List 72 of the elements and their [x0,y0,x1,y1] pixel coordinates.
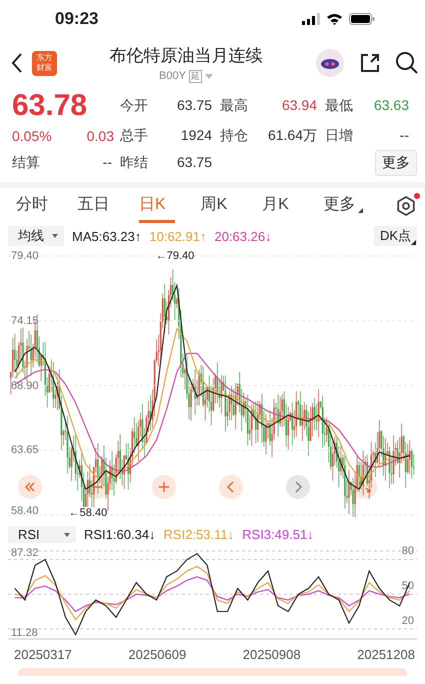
period-tab[interactable]: 周K [200,189,262,223]
plus-icon[interactable] [157,480,171,494]
rsi-axis-label: 87.32 [10,547,40,559]
change-percent: 0.05% [12,128,52,144]
field-label: 日增 [325,127,353,145]
assistant-avatar-icon[interactable] [315,48,345,78]
diagonal-arrows-icon[interactable] [358,480,372,494]
indicator-select[interactable]: 均线 [8,226,64,246]
period-tab[interactable]: 更多 [324,189,386,223]
field-label: 持仓 [220,127,248,145]
rsi-value: RSI3:49.51↓ [242,527,314,542]
field-label: 昨结 [120,154,148,172]
ma-value: 10:62.91↑ [149,228,206,244]
field-label: 总手 [120,127,148,145]
ma-value: MA5:63.23↑ [72,228,142,244]
date-label: 20250908 [242,647,301,662]
period-tab[interactable]: 月K [262,189,324,223]
caret-down-icon [64,532,70,536]
rsi-axis-label: 20 [400,614,415,627]
delay-tag: 延 [188,70,202,82]
price-axis-label: 79.40 [10,250,40,262]
field-value: 1924 [180,127,212,145]
more-button[interactable]: 更多 [375,150,417,176]
field-value: 61.64万 [268,127,317,145]
rsi-value: RSI1:60.34↓ [84,527,156,542]
rewind-button[interactable] [18,475,42,499]
field-value: 63.75 [176,97,212,115]
price-axis-label: 63.65 [10,444,40,456]
period-tab[interactable]: 分时 [16,189,78,223]
price-axis-label: 68.90 [10,380,40,392]
field-label: 结算 [12,154,40,172]
double-chevron-left-icon[interactable] [23,480,37,494]
instrument-code: B00Y [159,70,186,82]
indicator-select[interactable]: RSI [8,526,76,543]
price-axis-label: 58.40 [10,505,40,517]
corner-caret-icon [358,208,363,213]
field-label: 最高 [220,97,248,115]
logo-text: 东方 [36,53,52,63]
field-value: -- [400,127,409,145]
high-price-marker: ←79.40 [156,250,194,262]
period-tab[interactable]: 五日 [77,189,139,223]
logo-text: 财富 [36,63,52,73]
dk-points-button[interactable]: DK点 [374,226,417,246]
last-price: 63.78 [12,90,88,122]
field-value: 63.75 [176,154,212,172]
signal-icon [302,13,320,25]
zoom-in-button[interactable] [152,475,176,499]
back-icon[interactable] [10,52,24,74]
date-label: 20250317 [14,647,72,662]
share-icon[interactable] [359,52,381,74]
field-value: 63.94 [282,97,317,115]
wifi-icon [326,13,343,25]
date-label: 20251208 [357,647,415,662]
settings-icon[interactable] [395,195,418,217]
field-value: -- [102,154,112,172]
rsi-value: RSI2:53.11↓ [164,527,234,542]
low-price-marker: ←58.40 [68,507,108,519]
rsi-axis-label: 80 [400,545,415,558]
ma-value: 20:63.26↓ [214,228,272,244]
field-label: 最低 [325,97,353,115]
previous-button[interactable] [219,475,243,499]
clock-time: 09:23 [55,9,98,29]
change-value: 0.03 [86,128,114,144]
battery-icon [349,13,375,25]
field-value: 63.63 [374,97,409,115]
caret-down-icon [52,234,58,238]
corner-caret-icon [411,240,416,245]
search-icon[interactable] [395,51,419,75]
rsi-axis-label: 11.28 [10,627,39,639]
field-label: 今开 [120,97,148,115]
date-label: 20250609 [128,647,186,662]
instrument-title: 布伦特原油当月连续 [110,44,262,66]
